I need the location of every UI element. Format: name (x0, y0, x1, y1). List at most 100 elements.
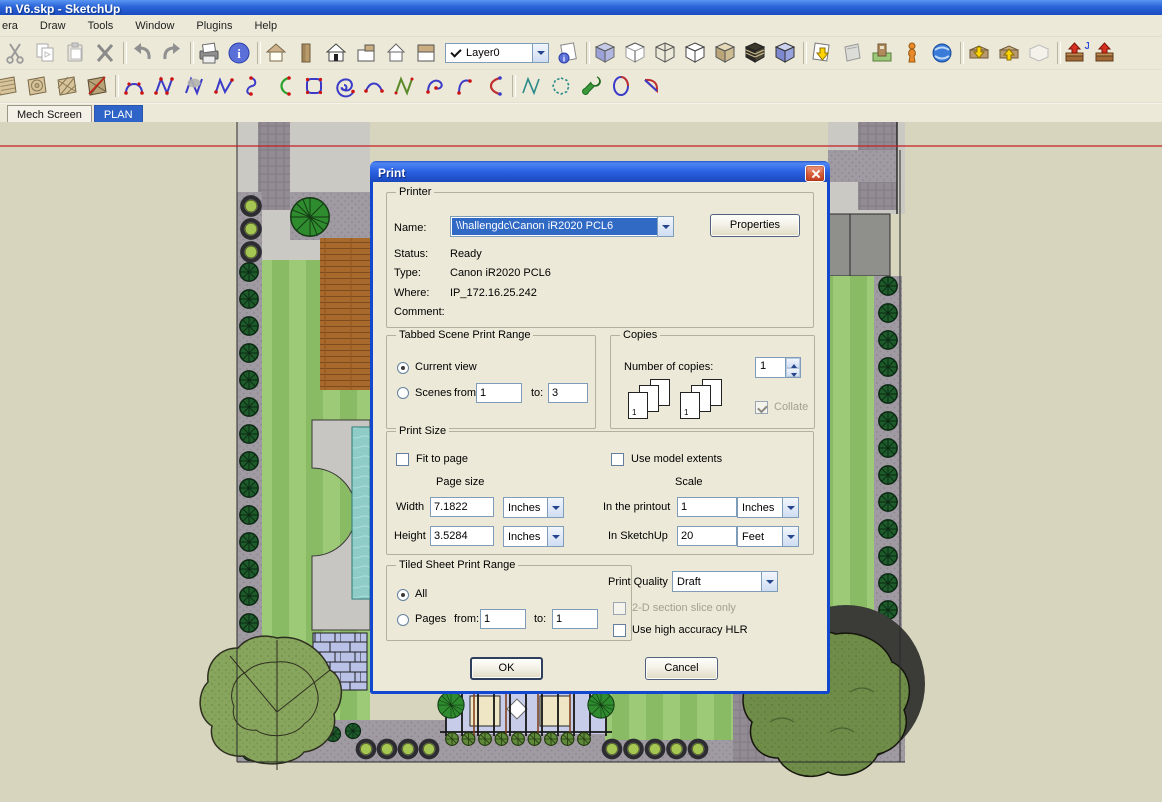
menu-item-help[interactable]: Help (243, 18, 288, 34)
jointpushpull-icon[interactable]: J (1062, 39, 1090, 67)
cube-wireframe-icon[interactable] (651, 39, 679, 67)
sketchup-unit-combo[interactable]: Feet (737, 526, 799, 547)
simplify-contours-icon[interactable] (517, 72, 545, 100)
share-model-icon[interactable] (995, 39, 1023, 67)
bezier-hook2-icon[interactable] (450, 72, 478, 100)
width-unit-combo[interactable]: Inches (503, 497, 564, 518)
upload-gray-icon[interactable] (1025, 39, 1053, 67)
bezier-hook-icon[interactable] (420, 72, 448, 100)
get-models-icon[interactable] (965, 39, 993, 67)
undo-icon[interactable] (128, 39, 156, 67)
polyline-green-icon[interactable] (390, 72, 418, 100)
paste-icon[interactable] (61, 39, 89, 67)
cube-mono-icon[interactable] (771, 39, 799, 67)
all-pages-radio[interactable] (397, 589, 409, 601)
arc-green-icon[interactable] (270, 72, 298, 100)
menu-item-era[interactable]: era (0, 18, 29, 34)
chevron-down-icon[interactable] (657, 217, 673, 236)
jointpushpull-b-icon[interactable] (1092, 39, 1120, 67)
sandbox-scratch-icon[interactable] (0, 72, 21, 100)
chevron-down-icon[interactable] (532, 44, 548, 62)
scenes-from-input[interactable] (476, 383, 522, 403)
redo-icon[interactable] (158, 39, 186, 67)
chevron-down-icon[interactable] (782, 498, 798, 517)
print-dialog-titlebar[interactable]: Print (370, 161, 830, 184)
house-outline-icon[interactable] (382, 39, 410, 67)
print-quality-combo[interactable]: Draft (672, 571, 778, 592)
menu-item-plugins[interactable]: Plugins (185, 18, 243, 34)
properties-button[interactable]: Properties (710, 214, 800, 237)
chevron-down-icon[interactable] (547, 498, 563, 517)
bezier-arc-red-icon[interactable] (480, 72, 508, 100)
cube-hiddenline-icon[interactable] (681, 39, 709, 67)
erase-icon[interactable] (91, 39, 119, 67)
chevron-down-icon[interactable] (547, 527, 563, 546)
spin-down-icon[interactable] (786, 368, 800, 378)
app-titlebar[interactable]: n V6.skp - SketchUp (0, 0, 1162, 15)
photo-building-icon[interactable] (868, 39, 896, 67)
bezier-arc-icon[interactable] (360, 72, 388, 100)
wrench-tool-icon[interactable] (577, 72, 605, 100)
bezier-freehand-icon[interactable] (210, 72, 238, 100)
close-icon[interactable] (805, 165, 825, 182)
printout-unit-combo[interactable]: Inches (737, 497, 799, 518)
wall-icon[interactable] (292, 39, 320, 67)
sandbox-flip-icon[interactable] (83, 72, 111, 100)
fit-to-page-checkbox[interactable] (396, 453, 409, 466)
menu-item-draw[interactable]: Draw (29, 18, 77, 34)
tab-mech-screen[interactable]: Mech Screen (7, 105, 92, 122)
chevron-down-icon[interactable] (761, 572, 777, 591)
printout-scale-input[interactable] (677, 497, 737, 517)
copy-icon[interactable] (31, 39, 59, 67)
polygon-tool-icon[interactable] (547, 72, 575, 100)
ellipse-tool-icon[interactable] (607, 72, 635, 100)
bezier-scurve-icon[interactable] (240, 72, 268, 100)
cut-icon[interactable] (1, 39, 29, 67)
width-input[interactable] (430, 497, 494, 517)
section-sheet-icon[interactable] (838, 39, 866, 67)
print-icon[interactable] (195, 39, 223, 67)
pages-to-input[interactable] (552, 609, 598, 629)
use-model-extents-checkbox[interactable] (611, 453, 624, 466)
high-accuracy-hlr-checkbox[interactable] (613, 624, 626, 637)
bezier-spiral-icon[interactable] (330, 72, 358, 100)
menu-item-window[interactable]: Window (124, 18, 185, 34)
export-2d-icon[interactable] (808, 39, 836, 67)
house-new-icon[interactable] (262, 39, 290, 67)
cube-wire-icon[interactable] (621, 39, 649, 67)
box-top-icon[interactable] (412, 39, 440, 67)
cancel-button[interactable]: Cancel (645, 657, 718, 680)
pages-from-input[interactable] (480, 609, 526, 629)
bezier-roundrect-icon[interactable] (300, 72, 328, 100)
sandbox-smoove-icon[interactable] (23, 72, 51, 100)
printer-name-combo[interactable]: \\hallengdc\Canon iR2020 PCL6 (450, 216, 674, 237)
bezier-erase-icon[interactable] (180, 72, 208, 100)
scenes-to-input[interactable] (548, 383, 588, 403)
ok-button[interactable]: OK (470, 657, 543, 680)
bezier-arch-icon[interactable] (120, 72, 148, 100)
person-icon[interactable] (898, 39, 926, 67)
model-info-icon[interactable]: i (225, 39, 253, 67)
sandbox-stamp-icon[interactable] (53, 72, 81, 100)
house-front-icon[interactable] (322, 39, 350, 67)
chevron-down-icon[interactable] (782, 527, 798, 546)
menu-item-tools[interactable]: Tools (77, 18, 125, 34)
bezier-polyline-icon[interactable] (150, 72, 178, 100)
spin-up-icon[interactable] (786, 358, 800, 368)
tab-plan[interactable]: PLAN (94, 105, 143, 122)
scenes-radio[interactable] (397, 387, 409, 399)
cube-textured-icon[interactable] (741, 39, 769, 67)
layer-combo[interactable]: Layer0 (445, 43, 549, 63)
current-view-radio[interactable] (397, 362, 409, 374)
google-earth-icon[interactable] (928, 39, 956, 67)
page-info-icon[interactable]: i (554, 39, 582, 67)
pages-radio[interactable] (397, 614, 409, 626)
height-unit-combo[interactable]: Inches (503, 526, 564, 547)
cube-xray-icon[interactable] (591, 39, 619, 67)
cube-shaded-icon[interactable] (711, 39, 739, 67)
pie-tool-icon[interactable] (637, 72, 665, 100)
height-input[interactable] (430, 526, 494, 546)
box-lid-icon[interactable] (352, 39, 380, 67)
copies-stepper[interactable]: 1 (755, 357, 801, 378)
sketchup-scale-input[interactable] (677, 526, 737, 546)
